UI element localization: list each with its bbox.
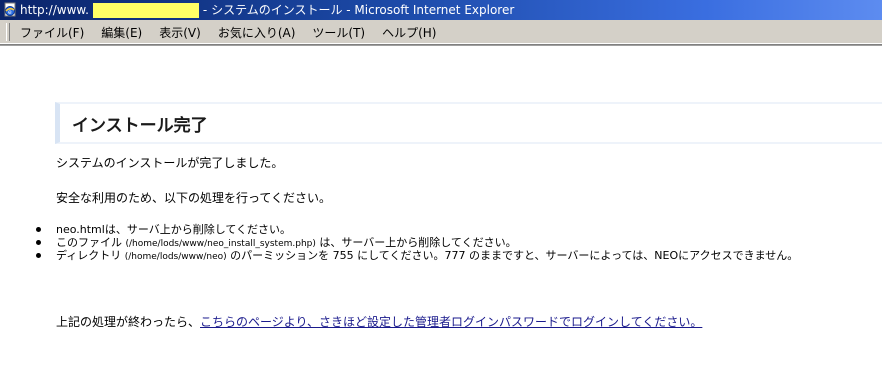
menu-file[interactable]: ファイル(F) — [20, 24, 84, 41]
menu-tools[interactable]: ツール(T) — [312, 24, 365, 41]
list-item: このファイル (/home/lods/www/neo_install_syste… — [32, 236, 798, 249]
file-path: (/home/lods/www/neo_install_system.php) — [125, 239, 316, 249]
window-title-prefix: http://www. — [20, 3, 89, 17]
list-item-text-pre: ディレクトリ — [56, 249, 125, 262]
browser-window: e http://www. - システムのインストール - Microsoft … — [0, 0, 882, 389]
login-page-link[interactable]: こちらのページより、さきほど設定した管理者ログインパスワードでログインしてくださ… — [200, 315, 702, 329]
menu-favorites[interactable]: お気に入り(A) — [218, 24, 296, 41]
menu-edit[interactable]: 編集(E) — [101, 24, 142, 41]
toolbar-grip[interactable] — [6, 23, 10, 41]
window-title-suffix: - システムのインストール - Microsoft Internet Explo… — [202, 3, 515, 17]
todo-list: neo.htmlは、サーバ上から削除してください。 このファイル (/home/… — [32, 223, 798, 262]
redacted-domain — [92, 2, 199, 18]
list-item-text: neo.htmlは、サーバ上から削除してください。 — [56, 223, 292, 236]
list-item: ディレクトリ (/home/lods/www/neo) のパーミッションを 75… — [32, 249, 798, 262]
login-instruction: 上記の処理が終わったら、こちらのページより、さきほど設定した管理者ログインパスワ… — [56, 313, 702, 330]
toolbar-separator — [0, 45, 882, 66]
login-instruction-prefix: 上記の処理が終わったら、 — [56, 315, 201, 329]
bullet-icon — [36, 227, 41, 232]
list-item-text-post: は、サーバー上から削除してください。 — [315, 236, 517, 249]
directory-path: (/home/lods/www/neo) — [124, 252, 227, 262]
ie-page-icon: e — [2, 2, 18, 18]
bullet-icon — [36, 253, 41, 258]
list-item: neo.htmlは、サーバ上から削除してください。 — [32, 223, 798, 236]
page-title: インストール完了 — [72, 116, 208, 136]
window-title: http://www. - システムのインストール - Microsoft In… — [20, 0, 514, 20]
menu-view[interactable]: 表示(V) — [159, 24, 201, 41]
bullet-icon — [36, 240, 41, 245]
svg-text:e: e — [8, 9, 12, 16]
safety-instruction: 安全な利用のため、以下の処理を行ってください。 — [56, 191, 332, 205]
install-complete-message: システムのインストールが完了しました。 — [56, 156, 284, 170]
page-content: インストール完了 システムのインストールが完了しました。 安全な利用のため、以下… — [0, 72, 882, 389]
title-bar[interactable]: e http://www. - システムのインストール - Microsoft … — [0, 0, 882, 20]
menu-bar: ファイル(F) 編集(E) 表示(V) お気に入り(A) ツール(T) ヘルプ(… — [0, 20, 882, 45]
menu-items: ファイル(F) 編集(E) 表示(V) お気に入り(A) ツール(T) ヘルプ(… — [20, 20, 453, 44]
menu-help[interactable]: ヘルプ(H) — [382, 24, 436, 41]
list-item-text-post: のパーミッションを 755 にしてください。777 のままですと、サーバーによっ… — [226, 249, 799, 262]
list-item-text-pre: このファイル — [56, 236, 126, 249]
heading-box: インストール完了 — [55, 102, 882, 144]
